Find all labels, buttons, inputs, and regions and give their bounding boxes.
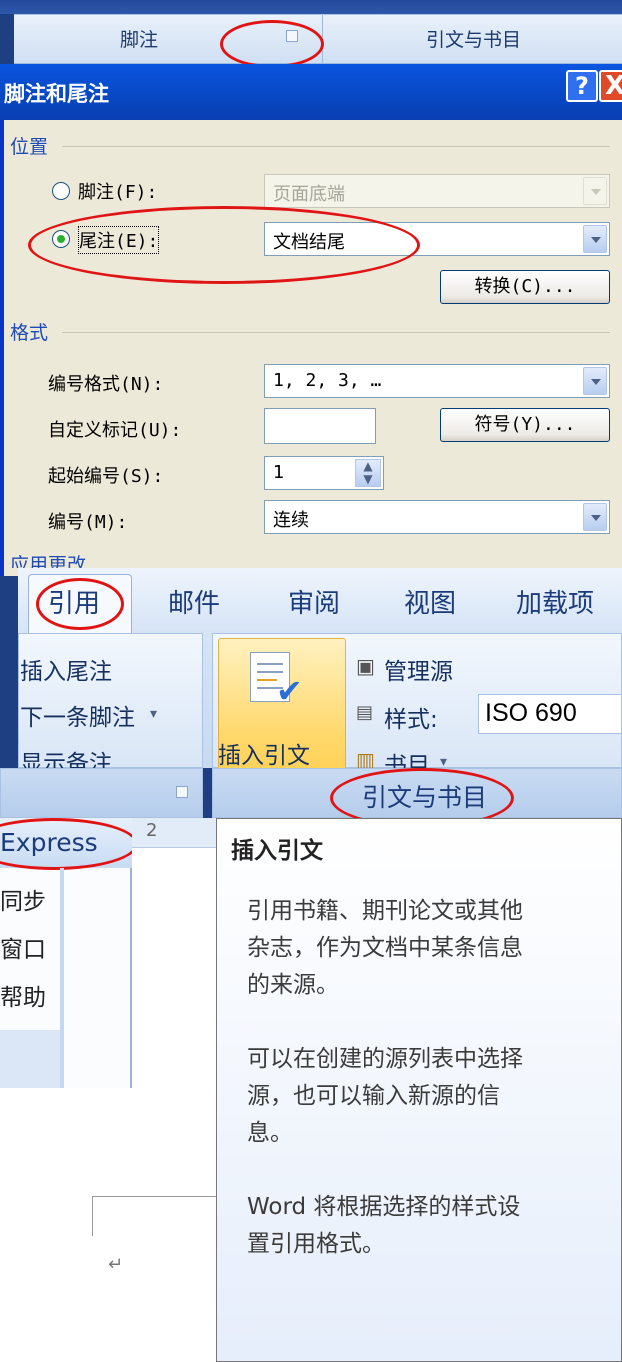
numbering-value: 连续 — [273, 510, 309, 531]
ruler-mark: 2 — [146, 820, 158, 841]
section-divider — [62, 332, 610, 333]
style-icon: ▤ — [356, 702, 374, 723]
tab-mailings[interactable]: 邮件 — [168, 583, 220, 620]
location-section-label: 位置 — [10, 136, 49, 158]
style-value: ISO 690 — [485, 699, 577, 727]
dialog-title: 脚注和尾注 — [4, 81, 109, 106]
highlight-ellipse — [28, 206, 420, 284]
dialog-launcher-icon[interactable] — [176, 786, 188, 798]
tooltip-line: 杂志，作为文档中某条信息 — [247, 935, 523, 961]
menu-item-sync[interactable]: 同步 — [0, 882, 46, 916]
section-divider — [62, 146, 610, 147]
number-format-value: 1, 2, 3, … — [273, 370, 382, 391]
manage-sources-icon: ▣ — [356, 654, 375, 678]
tooltip-line: 源，也可以输入新源的信 — [247, 1083, 500, 1109]
highlight-ellipse — [36, 578, 124, 630]
number-format-label: 编号格式(N): — [48, 374, 164, 395]
help-button[interactable]: ? — [566, 70, 598, 102]
footnote-label: 脚注(F): — [78, 182, 158, 203]
dropdown-arrow-icon[interactable]: ▾ — [150, 706, 157, 722]
custom-mark-input[interactable] — [264, 408, 376, 444]
document-page — [132, 818, 218, 1362]
paragraph-mark-icon: ↵ — [108, 1254, 124, 1275]
margin-line — [92, 1196, 93, 1236]
footnotes-group-label: 脚注 — [120, 29, 159, 51]
tooltip-line: Word 将根据选择的样式设 — [247, 1194, 521, 1220]
tab-review[interactable]: 审阅 — [288, 583, 340, 620]
menu-separator — [60, 868, 64, 1088]
chevron-down-icon[interactable] — [583, 367, 607, 395]
margin-line — [92, 1196, 216, 1197]
start-at-spinner[interactable]: 1 ▲ ▼ — [264, 456, 384, 490]
start-at-value: 1 — [273, 462, 285, 483]
number-format-select[interactable]: 1, 2, 3, … — [264, 364, 610, 398]
footnote-radio[interactable] — [52, 182, 70, 200]
tab-add-ins[interactable]: 加载项 — [516, 583, 594, 620]
manage-sources-button[interactable]: 管理源 — [384, 652, 453, 686]
menu-item-window[interactable]: 窗口 — [0, 930, 46, 964]
convert-button[interactable]: 转换(C)... — [440, 270, 610, 304]
close-button[interactable]: X — [599, 70, 622, 102]
footnote-position-select: 页面底端 — [264, 174, 610, 208]
window-top-band — [0, 0, 622, 14]
menu-item-help[interactable]: 帮助 — [0, 978, 46, 1012]
insert-citation-tooltip: 插入引文 引用书籍、期刊论文或其他 杂志，作为文档中某条信息 的来源。 可以在创… — [216, 818, 622, 1362]
insert-citation-label: 插入引文 — [218, 743, 310, 769]
citation-style-select[interactable]: ISO 690 — [478, 694, 622, 734]
chevron-down-icon[interactable] — [583, 225, 607, 253]
style-label: 样式: — [384, 707, 438, 733]
start-at-label: 起始编号(S): — [48, 466, 164, 487]
footnote-position-value: 页面底端 — [273, 184, 345, 205]
tooltip-line: 可以在创建的源列表中选择 — [247, 1046, 523, 1072]
next-footnote-button[interactable]: 下一条脚注 — [20, 698, 135, 732]
tab-view[interactable]: 视图 — [404, 583, 456, 620]
insert-endnote-button[interactable]: 插入尾注 — [20, 652, 112, 686]
custom-mark-label: 自定义标记(U): — [48, 420, 182, 441]
tooltip-title: 插入引文 — [231, 838, 323, 864]
symbol-button[interactable]: 符号(Y)... — [440, 408, 610, 442]
spin-arrows-icon[interactable]: ▲ ▼ — [355, 459, 381, 487]
apply-section-label: 应用更改 — [10, 554, 87, 568]
numbering-select[interactable]: 连续 — [264, 500, 610, 534]
menu-bottom-strip — [0, 1030, 60, 1088]
document-area-left — [0, 1088, 132, 1362]
chevron-down-icon[interactable] — [583, 503, 607, 531]
chevron-down-icon — [583, 177, 607, 205]
footnotes-group-footer — [0, 768, 203, 818]
numbering-label: 编号(M): — [48, 512, 128, 533]
highlight-ellipse — [220, 20, 324, 68]
dialog-title-bar: 脚注和尾注 — [0, 64, 622, 120]
format-section-label: 格式 — [10, 322, 49, 344]
ruler: 2 — [132, 818, 222, 848]
checkmark-icon: ✔ — [276, 672, 303, 710]
tooltip-line: 息。 — [247, 1120, 293, 1146]
citations-group-label: 引文与书目 — [426, 29, 522, 51]
tooltip-line: 的来源。 — [247, 972, 339, 998]
tooltip-line: 引用书籍、期刊论文或其他 — [247, 898, 523, 924]
tooltip-line: 置引用格式。 — [247, 1231, 385, 1257]
